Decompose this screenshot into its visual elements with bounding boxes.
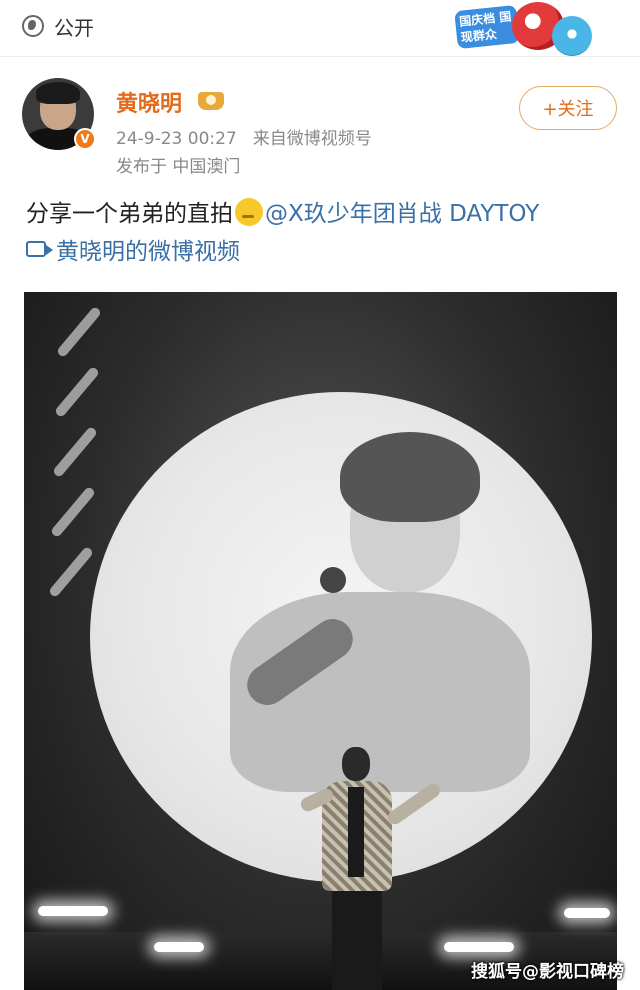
mascot-secondary-icon [552, 16, 592, 56]
divider [0, 56, 640, 57]
video-link[interactable]: 黄晓明的微博视频 [26, 232, 240, 266]
globe-icon [22, 15, 44, 37]
mention-link[interactable]: @X玖少年团肖战 DAYTOY [265, 201, 539, 227]
verified-badge-icon: V [74, 128, 96, 150]
event-badge-text: 国庆档 国现群众 [454, 4, 520, 50]
post-meta: 24-9-23 00:27 来自微博视频号 [116, 124, 372, 149]
event-badge[interactable]: 国庆档 国现群众 [454, 2, 596, 58]
post-source[interactable]: 来自微博视频号 [253, 129, 372, 149]
visibility-label: 公开 [54, 15, 94, 40]
video-camera-icon [26, 241, 53, 257]
video-link-label: 黄晓明的微博视频 [56, 239, 240, 265]
post-timestamp: 24-9-23 00:27 [116, 129, 237, 149]
performer [298, 747, 443, 990]
post-location: 发布于 中国澳门 [116, 157, 241, 177]
watermark: 搜狐号@影视口碑榜 [471, 962, 624, 982]
follow-button[interactable]: +关注 [519, 86, 617, 130]
author-name[interactable]: 黄晓明 [116, 86, 182, 118]
vip-crown-icon [196, 90, 226, 112]
video-thumbnail[interactable] [24, 292, 617, 990]
post-text-main: 分享一个弟弟的直拍 [26, 201, 233, 227]
emoji-icon [235, 198, 263, 226]
post-text: 分享一个弟弟的直拍 @X玖少年团肖战 DAYTOY [26, 196, 626, 232]
